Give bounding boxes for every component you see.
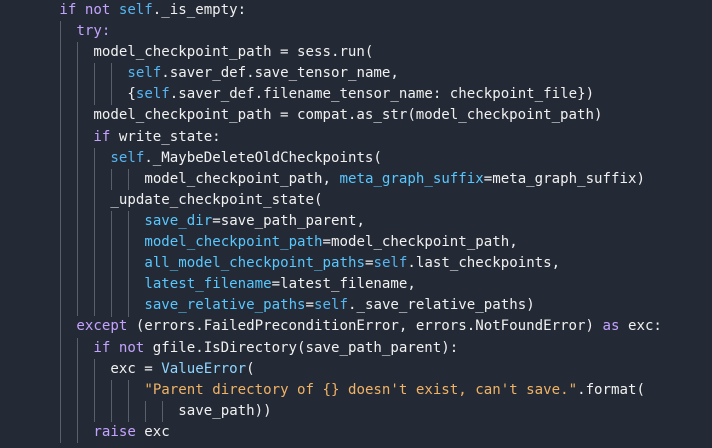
code-token: write_state: <box>118 128 221 145</box>
code-token: exc = <box>110 360 162 377</box>
indent-guide <box>111 379 113 422</box>
code-token: raise <box>93 423 145 440</box>
code-editor[interactable]: if not self._is_empty: try: model_checkpoi… <box>0 0 712 448</box>
code-line[interactable]: save_path)) <box>0 401 712 422</box>
code-token: exc: <box>627 318 662 335</box>
code-area[interactable]: if not self._is_empty: try: model_checkpoi… <box>0 0 712 444</box>
code-token: try: <box>76 23 111 40</box>
code-token: ( <box>246 360 255 377</box>
code-line[interactable]: {self.saver_def.filename_tensor_name: ch… <box>0 84 712 105</box>
code-token: exc <box>144 423 170 440</box>
code-token: "Parent directory of {} doesn't exist, c… <box>144 381 578 398</box>
code-token: as <box>602 318 628 335</box>
code-token: self <box>118 2 153 18</box>
code-line[interactable]: all_model_checkpoint_paths=self.last_che… <box>0 253 712 274</box>
code-line[interactable]: save_dir=save_path_parent, <box>0 211 712 232</box>
code-token: ._MaybeDeleteOldCheckpoints( <box>144 149 382 166</box>
code-token: meta_graph_suffix <box>339 170 484 187</box>
indent-guide <box>94 63 96 106</box>
code-token: .format( <box>577 381 645 398</box>
code-token: latest_filename <box>144 276 272 293</box>
indent-guide <box>128 379 130 422</box>
code-token: save_dir <box>144 212 213 229</box>
code-token: =save_path_parent, <box>212 212 365 229</box>
code-token: self <box>110 149 145 166</box>
code-line[interactable]: raise exc <box>0 422 712 443</box>
indent-guide <box>111 211 113 317</box>
indent-guide <box>128 168 130 190</box>
code-token: all_model_checkpoint_paths <box>144 255 365 272</box>
code-token: =model_checkpoint_path, <box>322 234 518 251</box>
code-token: ._is_empty: <box>152 2 247 18</box>
code-line[interactable]: if not gfile.IsDirectory(save_path_paren… <box>0 338 712 359</box>
indent-guide <box>128 211 130 317</box>
code-token: (errors.FailedPreconditionError, errors.… <box>135 318 603 335</box>
code-token: =latest_filename, <box>271 276 416 293</box>
indent-guide <box>111 168 113 190</box>
code-token: save_path)) <box>178 402 272 419</box>
code-token: save_relative_paths <box>144 297 306 314</box>
code-token: self <box>314 297 348 314</box>
code-token: _update_checkpoint_state( <box>110 191 323 208</box>
code-token: model_checkpoint_path = compat.as_str(mo… <box>93 107 603 124</box>
indent-guide <box>111 63 113 106</box>
code-token: if not <box>93 339 153 356</box>
code-line[interactable]: latest_filename=latest_filename, <box>0 274 712 295</box>
code-line[interactable]: self.saver_def.save_tensor_name, <box>0 63 712 84</box>
code-token: =meta_graph_suffix) <box>483 170 645 187</box>
code-line[interactable]: try: <box>0 21 712 42</box>
code-line[interactable]: exc = ValueError( <box>0 359 712 380</box>
indent-guide <box>145 400 147 422</box>
code-line[interactable]: "Parent directory of {} doesn't exist, c… <box>0 380 712 401</box>
code-line[interactable]: model_checkpoint_path, meta_graph_suffix… <box>0 169 712 190</box>
code-token: self <box>373 255 408 272</box>
code-token: if <box>93 128 119 145</box>
code-token: self <box>127 65 162 82</box>
code-token: { <box>127 86 136 103</box>
code-token: .last_checkpoints, <box>407 255 561 272</box>
indent-guide <box>162 400 164 422</box>
code-token: if not <box>59 2 119 18</box>
code-line[interactable]: save_relative_paths=self._save_relative_… <box>0 295 712 316</box>
indent-guide <box>94 147 96 317</box>
indent-guide <box>94 358 96 422</box>
indent-guide <box>60 21 62 444</box>
code-line[interactable]: except (errors.FailedPreconditionError, … <box>0 316 712 337</box>
code-token: self <box>135 86 170 103</box>
code-line[interactable]: model_checkpoint_path=model_checkpoint_p… <box>0 232 712 253</box>
code-line[interactable]: model_checkpoint_path = sess.run( <box>0 42 712 63</box>
code-line[interactable]: _update_checkpoint_state( <box>0 190 712 211</box>
indent-guide <box>77 337 79 444</box>
code-token: gfile.IsDirectory(save_path_parent): <box>152 339 459 356</box>
code-token: model_checkpoint_path <box>144 234 323 251</box>
code-token: model_checkpoint_path = sess.run( <box>93 44 374 61</box>
code-token: except <box>76 318 136 335</box>
code-token: .saver_def.save_tensor_name, <box>161 65 399 82</box>
code-token: ._save_relative_paths) <box>348 297 535 314</box>
code-line[interactable]: model_checkpoint_path = compat.as_str(mo… <box>0 105 712 126</box>
code-line[interactable]: if write_state: <box>0 127 712 148</box>
indent-guide <box>77 42 79 317</box>
code-token: ValueError <box>161 360 247 377</box>
code-line[interactable]: self._MaybeDeleteOldCheckpoints( <box>0 148 712 169</box>
code-token: = <box>305 297 315 314</box>
code-line[interactable]: if not self._is_empty: <box>0 0 712 21</box>
code-token: .saver_def.filename_tensor_name: checkpo… <box>169 86 595 103</box>
code-token: model_checkpoint_path, <box>144 170 340 187</box>
